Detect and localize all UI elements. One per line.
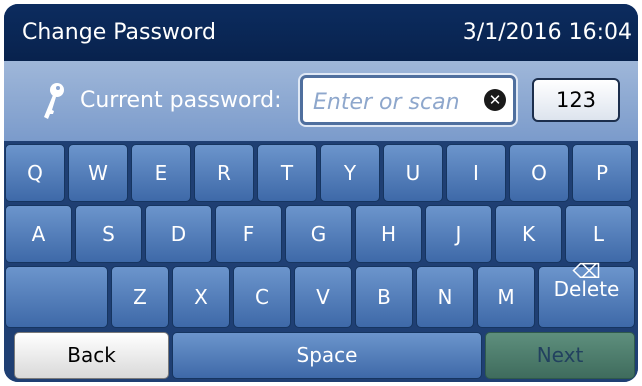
key-label: I <box>473 161 479 185</box>
key-j[interactable]: J <box>425 205 492 263</box>
key-f[interactable]: F <box>215 205 282 263</box>
key-label: B <box>377 285 391 309</box>
key-icon <box>44 83 64 119</box>
keyboard: Q W E R T Y U I O P A S D F G H J K L Z X C V B N M ⌫ Delete Back… <box>4 141 638 382</box>
key-r[interactable]: R <box>194 144 254 202</box>
password-entry-bar: Current password: ✕ 123 <box>4 61 638 141</box>
key-label: L <box>592 222 605 246</box>
key-label: V <box>316 285 330 309</box>
delete-label: Delete <box>553 277 620 301</box>
key-w[interactable]: W <box>68 144 128 202</box>
key-label: N <box>437 285 453 309</box>
device-screen: Change Password 3/1/2016 16:04 Current p… <box>4 4 638 382</box>
delete-button[interactable]: ⌫ Delete <box>538 259 635 328</box>
key-q[interactable]: Q <box>5 144 65 202</box>
key-b[interactable]: B <box>355 266 413 328</box>
key-d[interactable]: D <box>145 205 212 263</box>
key-label: Y <box>343 161 357 185</box>
key-c[interactable]: C <box>233 266 291 328</box>
key-label: J <box>455 222 462 246</box>
key-label: M <box>497 285 515 309</box>
key-p[interactable]: P <box>572 144 632 202</box>
space-key[interactable]: Space <box>172 332 482 379</box>
key-s[interactable]: S <box>75 205 142 263</box>
key-label: R <box>217 161 231 185</box>
key-label: P <box>595 161 609 185</box>
key-label: U <box>405 161 421 185</box>
back-button[interactable]: Back <box>14 332 169 379</box>
key-u[interactable]: U <box>383 144 443 202</box>
key-i[interactable]: I <box>446 144 506 202</box>
key-x[interactable]: X <box>172 266 230 328</box>
next-button[interactable]: Next <box>485 332 635 379</box>
key-label: O <box>531 161 547 185</box>
key-label: E <box>154 161 168 185</box>
key-label: W <box>88 161 108 185</box>
password-field[interactable]: ✕ <box>300 75 516 125</box>
key-g[interactable]: G <box>285 205 352 263</box>
key-label: C <box>255 285 269 309</box>
key-label: T <box>280 161 294 185</box>
key-n[interactable]: N <box>416 266 474 328</box>
key-m[interactable]: M <box>477 266 535 328</box>
key-label: F <box>242 222 255 246</box>
key-label: A <box>31 222 46 246</box>
key-label: D <box>170 222 187 246</box>
key-label: K <box>521 222 536 246</box>
current-password-label: Current password: <box>80 88 282 113</box>
key-label: H <box>380 222 397 246</box>
title-bar: Change Password 3/1/2016 16:04 <box>4 4 638 61</box>
screen-title: Change Password <box>22 20 216 45</box>
key-label: Q <box>27 161 43 185</box>
key-z[interactable]: Z <box>111 266 169 328</box>
key-y[interactable]: Y <box>320 144 380 202</box>
key-label: X <box>194 285 208 309</box>
password-input[interactable] <box>311 86 475 118</box>
key-label: Z <box>133 285 147 309</box>
date-time: 3/1/2016 16:04 <box>462 20 632 45</box>
key-label: S <box>102 222 115 246</box>
key-h[interactable]: H <box>355 205 422 263</box>
key-o[interactable]: O <box>509 144 569 202</box>
blank-key <box>5 266 108 328</box>
key-l[interactable]: L <box>565 205 632 263</box>
clear-icon[interactable]: ✕ <box>484 89 506 111</box>
key-label: G <box>310 222 327 246</box>
key-a[interactable]: A <box>5 205 72 263</box>
key-t[interactable]: T <box>257 144 317 202</box>
numeric-mode-button[interactable]: 123 <box>532 78 620 122</box>
key-v[interactable]: V <box>294 266 352 328</box>
key-k[interactable]: K <box>495 205 562 263</box>
key-e[interactable]: E <box>131 144 191 202</box>
